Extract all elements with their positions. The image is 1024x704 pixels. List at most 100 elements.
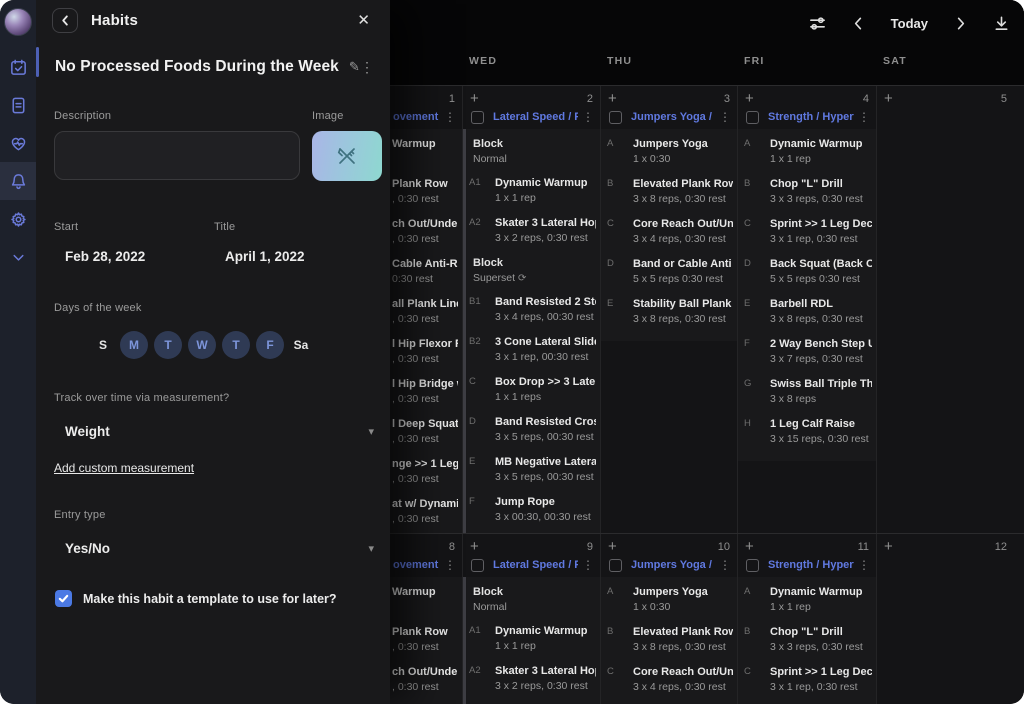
back-button[interactable] (52, 8, 78, 33)
exercise-item[interactable]: A Dynamic Warmup 1 x 1 rep (738, 583, 872, 623)
workout-kebab-icon[interactable]: ⋮ (715, 110, 731, 124)
exercise-item[interactable]: F 2 Way Bench Step Up 3 x 7 reps, 0:30 r… (738, 335, 872, 375)
start-date-value[interactable]: Feb 28, 2022 (65, 249, 214, 264)
workout-kebab-icon[interactable]: ⋮ (854, 110, 870, 124)
add-workout-icon[interactable]: + (745, 92, 754, 106)
today-button[interactable]: Today (891, 16, 928, 31)
exercise-item[interactable]: l Hip Flexor Rais... , 0:30 rest (390, 335, 458, 375)
day-toggle-w[interactable]: W (188, 331, 216, 359)
day-toggle-f[interactable]: F (256, 331, 284, 359)
workout-title[interactable]: ovement Q... (393, 111, 440, 123)
end-date-value[interactable]: April 1, 2022 (225, 249, 374, 264)
template-checkbox[interactable] (55, 590, 72, 607)
exercise-item[interactable]: H 1 Leg Calf Raise 3 x 15 reps, 0:30 res… (738, 415, 872, 455)
workout-kebab-icon[interactable]: ⋮ (854, 558, 870, 572)
user-avatar[interactable] (4, 8, 32, 36)
next-week-icon[interactable] (952, 15, 969, 32)
exercise-item[interactable]: Plank Row , 0:30 rest (390, 175, 458, 215)
workout-kebab-icon[interactable]: ⋮ (578, 110, 594, 124)
day-cell[interactable]: + 11 Strength / Hypertro... ⋮ A Dynamic … (738, 534, 877, 704)
exercise-item[interactable]: A Jumpers Yoga 1 x 0:30 (601, 583, 733, 623)
exercise-item[interactable]: all Plank Linear ... , 0:30 rest (390, 295, 458, 335)
workout-title[interactable]: Lateral Speed / Plyo (493, 111, 578, 123)
add-workout-icon[interactable]: + (608, 92, 617, 106)
add-custom-measurement-link[interactable]: Add custom measurement (54, 461, 194, 475)
day-toggle-m[interactable]: M (120, 331, 148, 359)
filter-sliders-icon[interactable] (809, 15, 826, 32)
exercise-item[interactable]: D Band Resisted Crossover... 3 x 5 reps,… (463, 413, 596, 453)
day-cell[interactable]: + 5 (877, 86, 1014, 533)
exercise-item[interactable]: B Chop "L" Drill 3 x 3 reps, 0:30 rest (738, 175, 872, 215)
day-cell[interactable]: + 3 Jumpers Yoga / Core ⋮ A Jumpers Yoga… (601, 86, 738, 533)
workout-kebab-icon[interactable]: ⋮ (440, 558, 456, 572)
workout-kebab-icon[interactable]: ⋮ (440, 110, 456, 124)
exercise-item[interactable]: D Back Squat (Back Off Set) 5 x 5 reps 0… (738, 255, 872, 295)
exercise-item[interactable]: B Elevated Plank Row 3 x 8 reps, 0:30 re… (601, 623, 733, 663)
workout-checkbox[interactable] (609, 111, 622, 124)
edit-pencil-icon[interactable]: ✎ (349, 59, 360, 75)
day-cell[interactable]: + 4 Strength / Hypertro... ⋮ A Dynamic W… (738, 86, 877, 533)
add-workout-icon[interactable]: + (470, 540, 479, 554)
add-workout-icon[interactable]: + (884, 540, 893, 554)
exercise-item[interactable]: A2 Skater 3 Lateral Hops >> ... 3 x 2 re… (463, 662, 596, 702)
exercise-item[interactable]: E Stability Ball Plank Linear ... 3 x 8 … (601, 295, 733, 335)
exercise-item[interactable]: ch Out/Under , 0:30 rest (390, 663, 458, 703)
workout-title[interactable]: Lateral Speed / Plyo (493, 559, 578, 571)
exercise-item[interactable]: B Elevated Plank Row 3 x 8 reps, 0:30 re… (601, 175, 733, 215)
workout-title[interactable]: Jumpers Yoga / Core (631, 111, 715, 123)
exercise-item[interactable]: D Band or Cable Anti Rotati... 5 x 5 rep… (601, 255, 733, 295)
exercise-item[interactable]: Plank Row , 0:30 rest (390, 623, 458, 663)
add-workout-icon[interactable]: + (884, 92, 893, 106)
exercise-item[interactable]: C Core Reach Out/Under 3 x 4 reps, 0:30 … (601, 663, 733, 703)
add-workout-icon[interactable]: + (745, 540, 754, 554)
exercise-item[interactable]: C Box Drop >> 3 Lateral H... 1 x 1 reps (463, 373, 596, 413)
exercise-item[interactable]: ch Out/Under , 0:30 rest (390, 215, 458, 255)
prev-week-icon[interactable] (850, 15, 867, 32)
day-cell[interactable]: + 12 (877, 534, 1014, 704)
workout-checkbox[interactable] (746, 111, 759, 124)
workout-title[interactable]: Jumpers Yoga / Core (631, 559, 715, 571)
workout-checkbox[interactable] (471, 111, 484, 124)
add-workout-icon[interactable]: + (470, 92, 479, 106)
exercise-item[interactable]: l Hip Bridge w/ ... , 0:30 rest (390, 375, 458, 415)
workout-checkbox[interactable] (609, 559, 622, 572)
exercise-item[interactable]: B1 Band Resisted 2 Step Late... 3 x 4 re… (463, 293, 596, 333)
day-toggle-s[interactable]: S (92, 338, 114, 352)
exercise-item[interactable]: Warmup (390, 135, 458, 175)
exercise-item[interactable]: Warmup (390, 583, 458, 623)
workout-checkbox[interactable] (471, 559, 484, 572)
exercise-item[interactable]: C Sprint >> 1 Leg Declarations 3 x 1 rep… (738, 215, 872, 255)
exercise-item[interactable]: A1 Dynamic Warmup 1 x 1 rep (463, 622, 596, 662)
sidebar-item-more[interactable] (0, 238, 36, 276)
exercise-item[interactable]: A Jumpers Yoga 1 x 0:30 (601, 135, 733, 175)
workout-checkbox[interactable] (746, 559, 759, 572)
close-icon[interactable]: ✕ (353, 9, 374, 31)
exercise-item[interactable]: C Core Reach Out/Under 3 x 4 reps, 0:30 … (601, 215, 733, 255)
workout-title[interactable]: Strength / Hypertro... (768, 559, 854, 571)
exercise-item[interactable]: Cable Anti-Rotati... 0:30 rest (390, 255, 458, 295)
exercise-item[interactable]: C Sprint >> 1 Leg Declarations 3 x 1 rep… (738, 663, 872, 703)
habit-kebab-icon[interactable]: ⋮ (360, 59, 374, 76)
workout-kebab-icon[interactable]: ⋮ (578, 558, 594, 572)
day-cell[interactable]: + 1 ovement Q... ⋮ Warmup Plank Row , 0:… (390, 86, 463, 533)
add-workout-icon[interactable]: + (608, 540, 617, 554)
entry-type-select[interactable]: Yes/No ▾ (36, 521, 390, 556)
description-input[interactable] (54, 131, 300, 180)
exercise-item[interactable]: B Chop "L" Drill 3 x 3 reps, 0:30 rest (738, 623, 872, 663)
sidebar-item-notifications[interactable] (0, 162, 36, 200)
workout-kebab-icon[interactable]: ⋮ (715, 558, 731, 572)
exercise-item[interactable]: E Barbell RDL 3 x 8 reps, 0:30 rest (738, 295, 872, 335)
exercise-item[interactable]: A2 Skater 3 Lateral Hops >> ... 3 x 2 re… (463, 214, 596, 254)
modal-scrollbar[interactable] (36, 47, 39, 77)
download-icon[interactable] (993, 15, 1010, 32)
sidebar-item-documents[interactable] (0, 86, 36, 124)
exercise-item[interactable]: at w/ Dynamic P... , 0:30 rest (390, 495, 458, 533)
day-toggle-t[interactable]: T (154, 331, 182, 359)
habit-image-tile[interactable] (312, 131, 382, 181)
exercise-item[interactable]: A1 Dynamic Warmup 1 x 1 rep (463, 174, 596, 214)
exercise-item[interactable]: l Deep Squat Mo... , 0:30 rest (390, 415, 458, 455)
exercise-item[interactable]: A Dynamic Warmup 1 x 1 rep (738, 135, 872, 175)
day-cell[interactable]: + 9 Lateral Speed / Plyo ⋮ Block Normal … (463, 534, 601, 704)
day-cell[interactable]: + 10 Jumpers Yoga / Core ⋮ A Jumpers Yog… (601, 534, 738, 704)
sidebar-item-health[interactable] (0, 124, 36, 162)
